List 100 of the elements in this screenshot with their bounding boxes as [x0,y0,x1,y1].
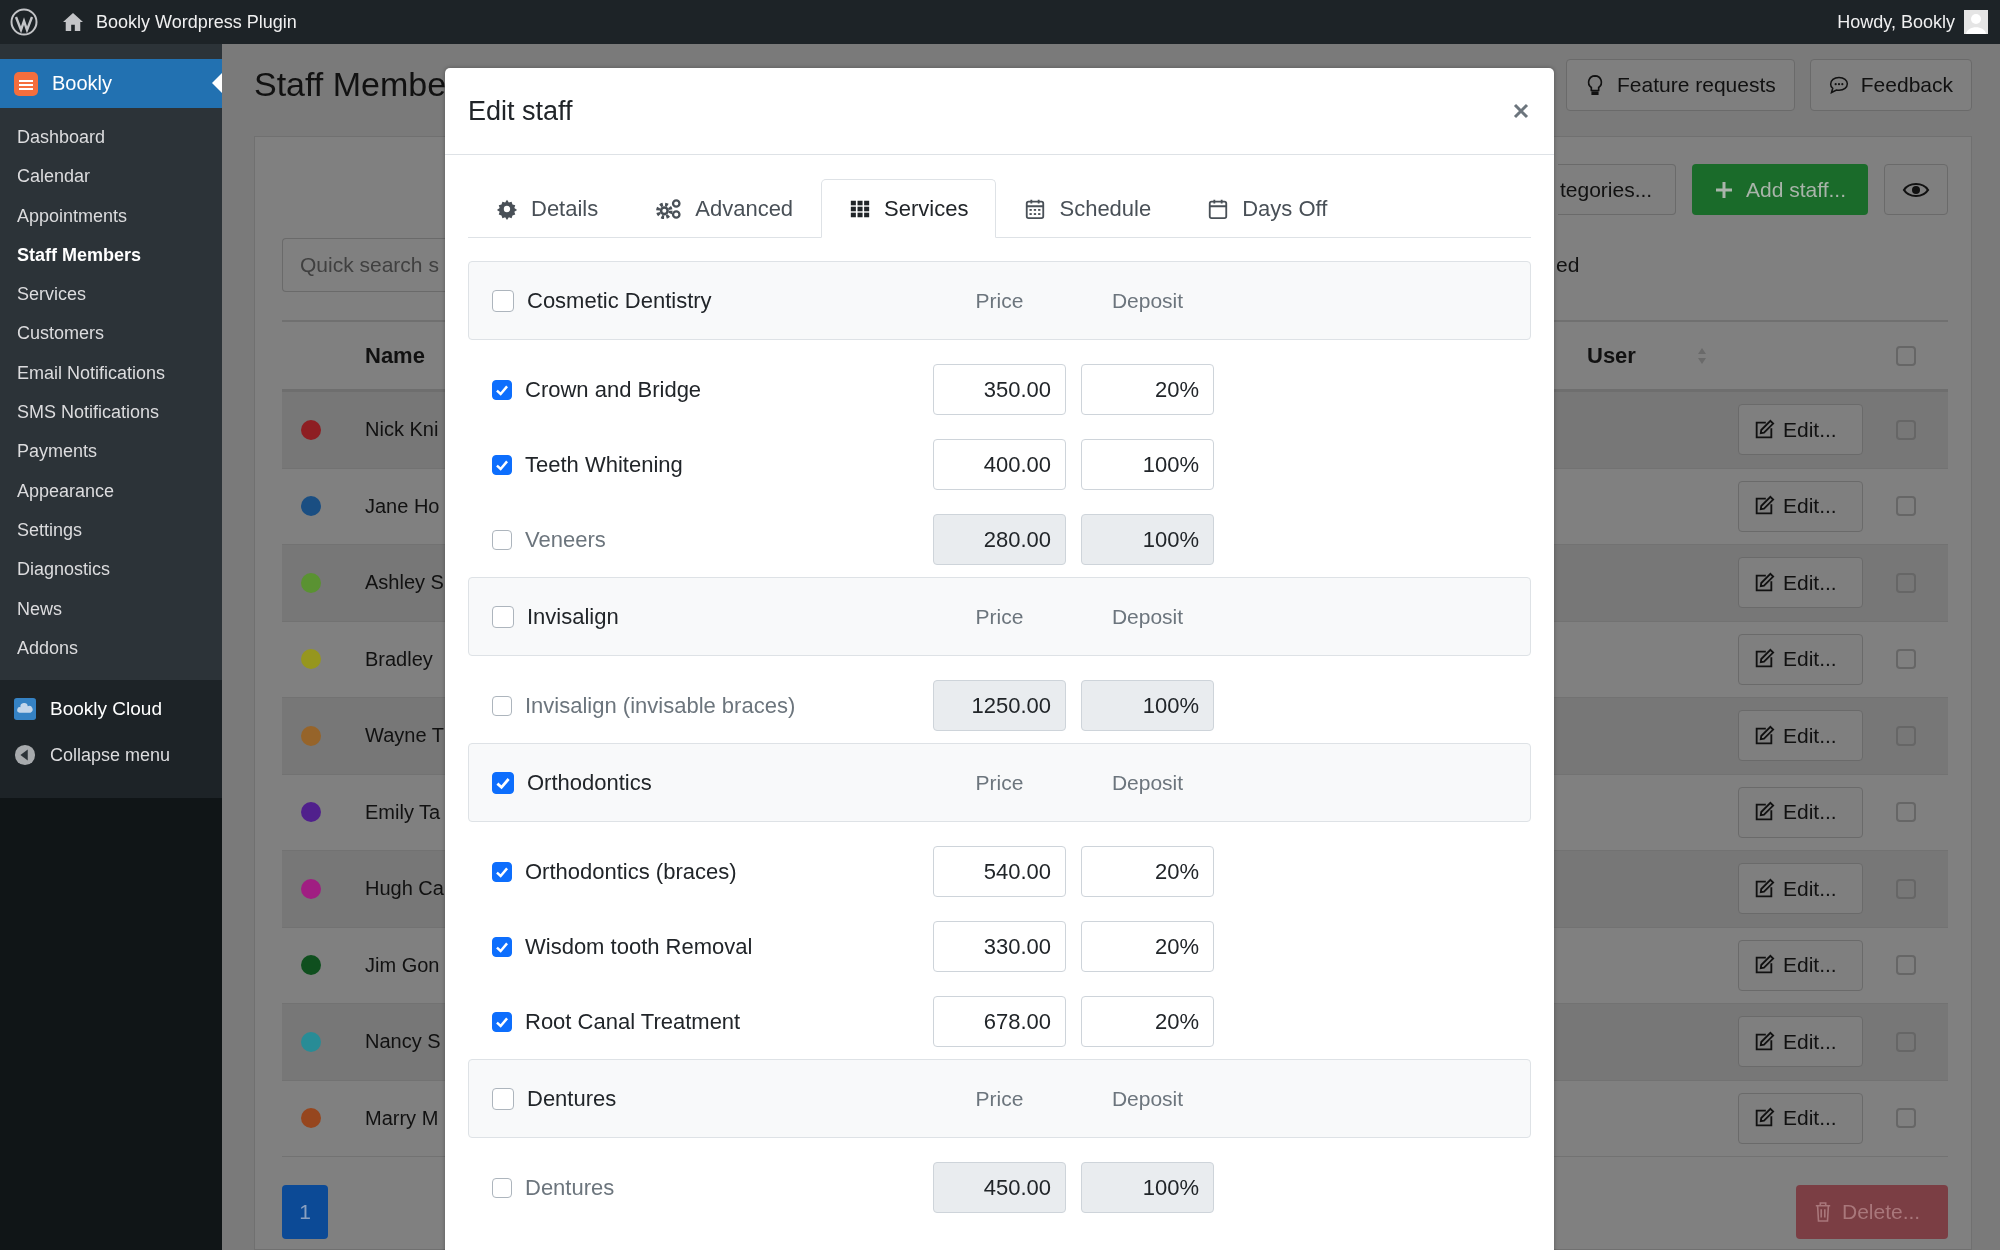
deposit-field[interactable]: 20% [1081,846,1214,897]
edit-button[interactable]: Edit... [1738,404,1863,456]
home-icon[interactable] [62,12,84,32]
deposit-field[interactable]: 20% [1081,996,1214,1047]
service-name: Wisdom tooth Removal [525,933,753,960]
checkbox[interactable] [492,379,512,400]
collapse-menu-item[interactable]: Collapse menu [0,732,222,779]
checkbox[interactable] [492,771,514,794]
checkbox[interactable] [492,695,512,716]
edit-icon [1753,418,1775,441]
site-title[interactable]: Bookly Wordpress Plugin [96,11,297,33]
cloud-menu-item[interactable]: Bookly Cloud [0,686,222,733]
edit-button[interactable]: Edit... [1738,710,1863,762]
sidebar-item[interactable]: Settings [0,510,83,551]
sidebar-item[interactable]: Email Notifications [0,353,166,394]
checkbox[interactable] [1895,1108,1916,1129]
price-field[interactable]: 330.00 [933,921,1066,972]
sidebar-item[interactable]: News [0,589,62,629]
category-name: Orthodontics [527,769,652,796]
plus-icon [1714,179,1734,200]
feedback-button[interactable]: Feedback [1809,59,1972,111]
tab[interactable]: Services [821,179,997,238]
edit-button[interactable]: Edit... [1738,786,1863,838]
staff-name: Jane Ho [365,494,440,517]
wordpress-logo-icon[interactable] [10,8,38,36]
checkbox[interactable] [492,454,512,475]
checkbox[interactable] [1895,345,1916,366]
tab[interactable]: Advanced [626,179,822,238]
edit-button[interactable]: Edit... [1738,633,1863,685]
service-name: Crown and Bridge [525,376,702,403]
checkbox[interactable] [1895,649,1916,670]
sidebar-plugin-item[interactable]: Bookly [0,59,222,108]
deposit-field[interactable]: 100% [1081,439,1214,490]
calendar-grid-icon [1024,197,1047,220]
tab[interactable]: Details [468,179,627,238]
price-field[interactable]: 350.00 [933,364,1066,415]
tab[interactable]: Schedule [996,179,1180,238]
deposit-field[interactable]: 20% [1081,364,1214,415]
category-name: Cosmetic Dentistry [527,287,712,314]
service-name: Teeth Whitening [525,451,683,478]
deposit-label: Deposit [1110,1086,1185,1111]
search-field[interactable]: Quick search s [282,238,445,292]
checkbox[interactable] [492,529,512,550]
staff-name: Ashley S [365,571,444,594]
checkbox[interactable] [492,936,512,957]
collapse-icon [14,744,36,767]
greeting[interactable]: Howdy, Bookly [1837,11,1955,33]
checkbox[interactable] [1895,496,1916,517]
edit-button[interactable]: Edit... [1738,1016,1863,1068]
checkbox[interactable] [492,1011,512,1032]
calendar-logo-icon [14,71,38,96]
edit-icon [1753,877,1775,900]
deposit-field[interactable]: 20% [1081,921,1214,972]
calendar-icon [1207,197,1230,220]
tab[interactable]: Days Off [1179,179,1356,238]
deposit-label: Deposit [1110,604,1185,629]
categories-button[interactable]: tegories... [1558,164,1676,215]
checkbox[interactable] [1895,955,1916,976]
checkbox[interactable] [492,289,514,312]
sidebar-item[interactable]: Appearance [0,471,115,511]
staff-name: Hugh Ca [365,877,444,900]
feature-requests-button[interactable]: Feature requests [1566,59,1795,111]
sidebar-item[interactable]: Payments [0,432,98,472]
close-icon[interactable] [1513,103,1529,119]
staff-name: Nick Kni [365,418,439,441]
sidebar-item[interactable]: Diagnostics [0,550,111,590]
edit-button[interactable]: Edit... [1738,863,1863,915]
price-label: Price [974,604,1025,629]
menu-pointer-icon [212,73,222,93]
sidebar-item[interactable]: Customers [0,314,105,354]
sidebar-item[interactable]: Staff Members [0,235,142,276]
avatar-icon[interactable] [1964,10,1988,34]
visibility-button[interactable] [1884,164,1948,215]
edit-button[interactable]: Edit... [1738,557,1863,609]
category-name: Invisalign [527,603,619,630]
deposit-label: Deposit [1110,770,1185,795]
edit-icon [1753,1030,1775,1053]
checkbox[interactable] [492,605,514,628]
price-field[interactable]: 400.00 [933,439,1066,490]
edit-button[interactable]: Edit... [1738,939,1863,991]
price-field[interactable]: 540.00 [933,846,1066,897]
checkbox[interactable] [1895,802,1916,823]
sidebar-item[interactable]: Dashboard [0,118,106,158]
sidebar-item[interactable]: SMS Notifications [0,393,160,433]
sidebar-item[interactable]: Appointments [0,196,128,236]
price-field[interactable]: 678.00 [933,996,1066,1047]
checkbox[interactable] [492,1177,512,1198]
sidebar-item[interactable]: Addons [0,628,79,669]
edit-button[interactable]: Edit... [1738,1092,1863,1144]
column-header[interactable]: User [1587,342,1697,369]
sidebar-item[interactable]: Services [0,275,87,315]
staff-name: Wayne T [365,724,444,747]
checkbox[interactable] [492,1087,514,1110]
service-name: Invisalign (invisable braces) [525,692,796,719]
edit-button[interactable]: Edit... [1738,480,1863,532]
service-name: Veneers [525,526,606,553]
sidebar-item[interactable]: Calendar [0,157,91,197]
dialog-title: Edit staff [468,95,573,127]
checkbox[interactable] [492,861,512,882]
service-name: Orthodontics (braces) [525,858,737,885]
